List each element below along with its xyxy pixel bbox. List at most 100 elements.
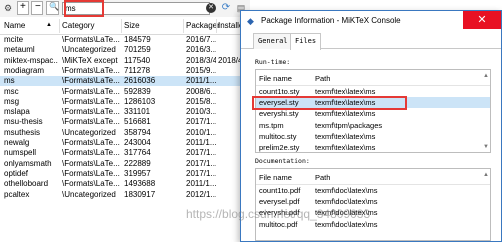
scroll-up-icon[interactable]: ▲ — [482, 171, 490, 179]
column-divider[interactable] — [59, 19, 60, 33]
cell-category: \Formats\LaTe... — [62, 148, 120, 158]
cell-category: \Formats\LaTe... — [62, 86, 120, 96]
table-row[interactable]: metauml \Uncategorized 701259 2016/3... — [0, 45, 250, 55]
clear-search-icon[interactable]: ✕ — [206, 3, 216, 13]
minus-icon: − — [35, 1, 41, 12]
cell-name: pcaltex — [4, 189, 30, 199]
column-divider[interactable] — [183, 19, 184, 33]
table-row[interactable]: msuthesis \Uncategorized 358794 2010/1... — [0, 128, 250, 138]
list-item[interactable]: multitoc.sty texmf\tex\latex\ms — [256, 131, 490, 142]
cell-category: \Formats\LaTe... — [62, 65, 120, 75]
refresh-icon[interactable]: ⟳ — [220, 2, 232, 14]
tab-general[interactable]: General — [253, 33, 293, 49]
dialog-title: Package Information - MiKTeX Console — [261, 16, 401, 25]
table-row[interactable]: msc \Formats\LaTe... 592839 2008/6... — [0, 87, 250, 97]
cell-size: 711278 — [124, 65, 151, 75]
column-divider[interactable] — [216, 19, 217, 33]
table-row[interactable]: mcite \Formats\LaTe... 184579 2016/7... — [0, 35, 250, 45]
file-name: everysel.sty — [259, 98, 299, 108]
package-list[interactable]: mcite \Formats\LaTe... 184579 2016/7... meta… — [0, 35, 250, 242]
cell-category: \Formats\LaTe... — [62, 107, 120, 117]
cell-packaged: 2017/1... — [186, 168, 216, 178]
file-path: texmf\tex\latex\ms — [315, 109, 376, 119]
file-name: multitoc.pdf — [259, 219, 298, 229]
cell-name: mslapa — [4, 107, 30, 117]
cell-category: \Formats\LaTe... — [62, 35, 120, 44]
file-path: texmf\doc\latex\ms — [315, 197, 378, 207]
column-header-file-name[interactable]: File name — [259, 173, 292, 182]
runtime-file-list[interactable]: File name Path count1to.sty texmf\tex\lat… — [255, 69, 491, 153]
search-input[interactable] — [62, 2, 210, 15]
list-item[interactable]: everysel.sty texmf\tex\latex\ms — [256, 97, 490, 109]
tab-files[interactable]: Files — [290, 33, 322, 50]
list-item[interactable]: prelim2e.sty texmf\tex\latex\ms — [256, 142, 490, 152]
runtime-list-header: File name Path — [256, 70, 490, 86]
package-info-dialog: ◆ Package Information - MiKTeX Console ✕… — [240, 10, 502, 242]
cell-name: modiagram — [4, 65, 45, 75]
file-path: texmf\doc\latex\ms — [315, 186, 378, 195]
file-path: texmf\tex\latex\ms — [315, 143, 376, 152]
cell-name: miktex-mspac... — [4, 55, 58, 65]
column-header-path[interactable]: Path — [315, 173, 330, 182]
table-row[interactable]: onlyamsmath \Formats\LaTe... 222889 2017/1.… — [0, 159, 250, 169]
cell-packaged: 2015/9... — [186, 65, 216, 75]
table-row[interactable]: modiagram \Formats\LaTe... 711278 2015/9... — [0, 66, 250, 76]
table-row[interactable]: msg \Formats\LaTe... 1286103 2015/8... — [0, 97, 250, 107]
cell-size: 701259 — [124, 45, 151, 55]
table-row[interactable]: mslapa \Formats\LaTe... 331101 2010/3... — [0, 107, 250, 117]
plus-icon: + — [20, 1, 26, 12]
cell-size: 1286103 — [124, 96, 156, 106]
cell-packaged: 2010/1... — [186, 127, 216, 137]
package-toolbar: ⚙ + − 🔍 ✕ ⟳ ▤ — [0, 0, 250, 17]
table-row[interactable]: pcaltex \Uncategorized 1830917 2012/1... — [0, 190, 250, 200]
cell-size: 1493688 — [124, 179, 156, 189]
table-row[interactable]: optidef \Formats\LaTe... 319957 2017/1... — [0, 169, 250, 179]
list-item[interactable]: count1to.pdf texmf\doc\latex\ms — [256, 185, 490, 196]
runtime-label: Run-time: — [255, 58, 291, 66]
column-header-packaged[interactable]: Packager — [186, 21, 220, 30]
file-path: texmf\tex\latex\ms — [315, 98, 376, 108]
cell-name: optidef — [4, 168, 29, 178]
sort-ascending-icon: ▲ — [46, 22, 52, 28]
list-item[interactable]: ms.tpm texmf\tpm\packages — [256, 120, 490, 131]
scroll-up-icon[interactable]: ▲ — [482, 72, 490, 80]
column-header-category[interactable]: Category — [62, 21, 94, 30]
table-row[interactable]: miktex-mspac... \MiKTeX except 117540 2018/… — [0, 56, 250, 66]
cell-packaged: 2017/1... — [186, 117, 216, 127]
file-name: multitoc.sty — [259, 131, 297, 141]
list-item[interactable]: multitoc.pdf texmf\doc\latex\ms — [256, 219, 490, 230]
documentation-file-list[interactable]: File name Path count1to.pdf texmf\doc\lat… — [255, 168, 491, 241]
package-list-header: Name ▲ Category Size Packager Installe — [0, 17, 250, 35]
list-item[interactable]: everyshi.sty texmf\tex\latex\ms — [256, 108, 490, 119]
column-header-file-name[interactable]: File name — [259, 74, 292, 83]
cell-packaged: 2011/1... — [186, 179, 216, 189]
cell-size: 117540 — [124, 55, 151, 65]
list-item[interactable]: count1to.sty texmf\tex\latex\ms — [256, 86, 490, 97]
column-header-size[interactable]: Size — [124, 21, 140, 30]
table-row[interactable]: numspell \Formats\LaTe... 317764 2017/1... — [0, 148, 250, 158]
cell-name: metauml — [4, 45, 35, 55]
scroll-down-icon[interactable]: ▼ — [482, 143, 490, 151]
dialog-title-bar[interactable]: ◆ Package Information - MiKTeX Console ✕ — [241, 11, 501, 31]
cell-size: 516681 — [124, 117, 151, 127]
file-path: texmf\doc\latex\ms — [315, 219, 378, 229]
list-item[interactable]: everyshi.pdf texmf\doc\latex\ms — [256, 207, 490, 218]
uninstall-button[interactable]: − — [31, 1, 43, 15]
file-name: everyshi.sty — [259, 109, 299, 119]
close-button[interactable]: ✕ — [463, 11, 501, 29]
dialog-tabbar: General Files — [241, 31, 501, 50]
column-header-path[interactable]: Path — [315, 74, 330, 83]
column-header-name[interactable]: Name — [4, 21, 25, 30]
table-row[interactable]: othelloboard \Formats\LaTe... 1493688 2011/… — [0, 179, 250, 189]
info-button[interactable]: 🔍 — [46, 1, 59, 15]
table-row[interactable]: msu-thesis \Formats\LaTe... 516681 2017/1..… — [0, 117, 250, 127]
cell-size: 331101 — [124, 107, 151, 117]
table-row[interactable]: newalg \Formats\LaTe... 243004 2011/1... — [0, 138, 250, 148]
column-divider[interactable] — [121, 19, 122, 33]
gear-icon[interactable]: ⚙ — [2, 2, 14, 14]
table-row[interactable]: ms \Formats\LaTe... 2616036 2011/1... — [0, 76, 250, 87]
list-item[interactable]: everysel.pdf texmf\doc\latex\ms — [256, 196, 490, 207]
install-button[interactable]: + — [17, 1, 29, 15]
cell-packaged: 2008/6... — [186, 86, 216, 96]
cell-category: \Uncategorized — [62, 45, 116, 55]
